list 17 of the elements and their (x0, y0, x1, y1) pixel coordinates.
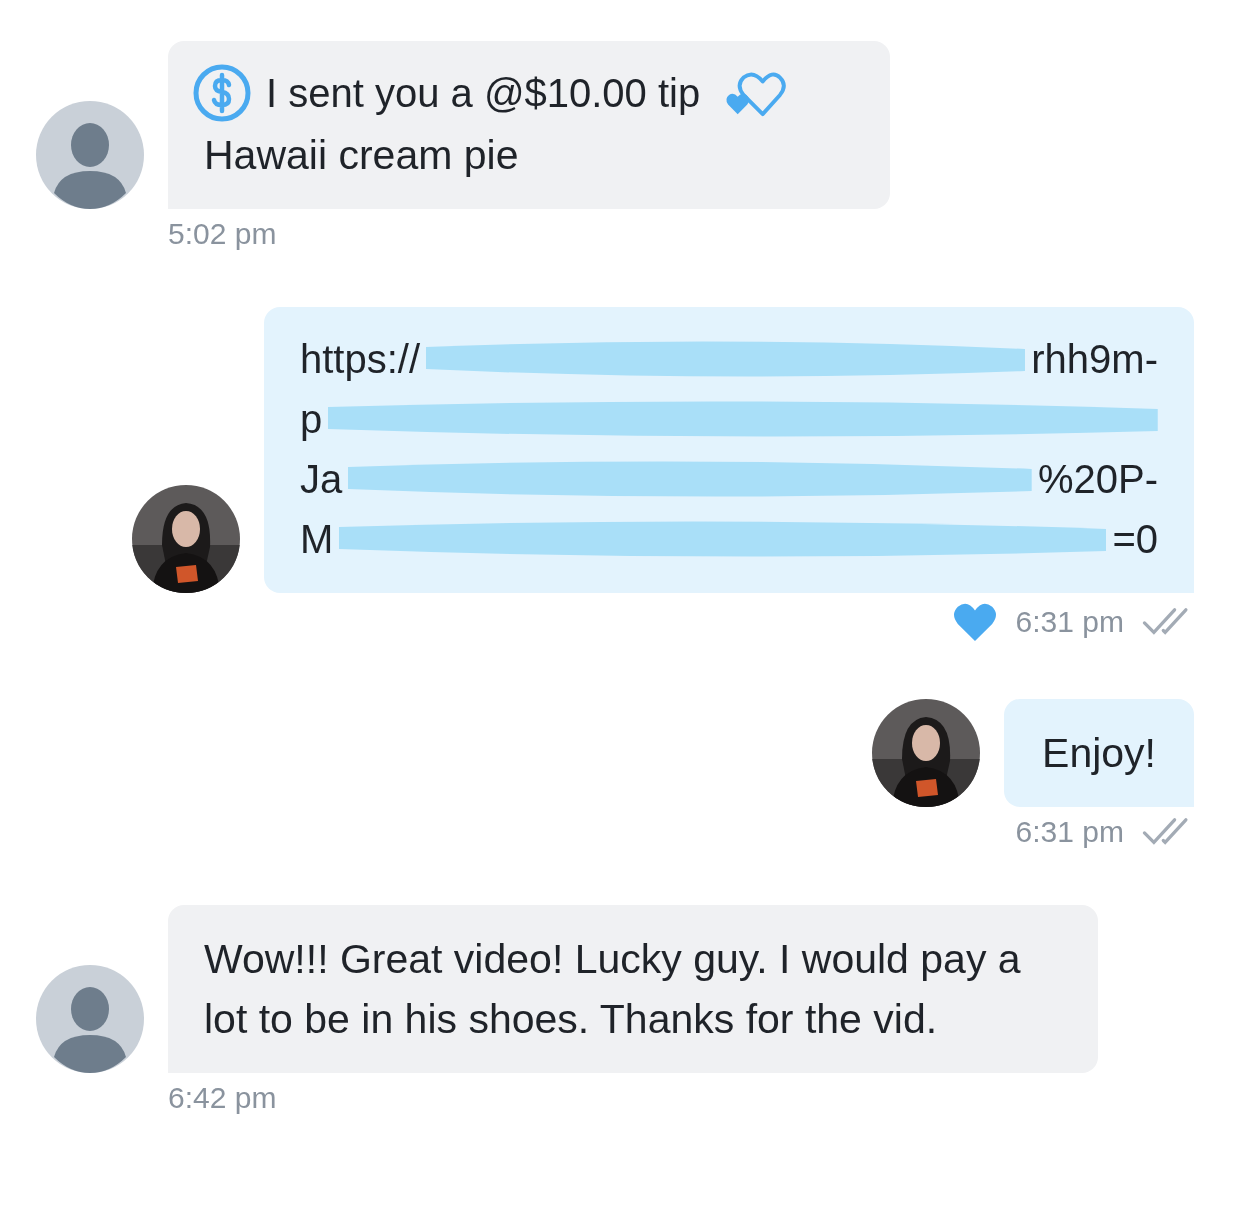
dollar-icon (192, 63, 252, 123)
link-fragment: p (300, 396, 323, 443)
message-text: Wow!!! Great video! Lucky guy. I would pay a lot to be in his shoes. Thanks for the vid. (204, 935, 1022, 1044)
link-fragment: %20P- (1037, 456, 1158, 503)
link-fragment: Ja (300, 456, 343, 503)
heart-icon[interactable] (951, 601, 998, 643)
timestamp: 6:31 pm (1015, 815, 1124, 849)
link-fragment: M (300, 516, 334, 563)
message-text: Enjoy! (1041, 729, 1157, 778)
tip-text: I sent you a @$10.00 tip (266, 70, 701, 116)
message-text: Hawaii cream pie (204, 131, 520, 180)
link-fragment: =0 (1112, 516, 1158, 563)
timestamp: 5:02 pm (168, 217, 277, 251)
timestamp: 6:31 pm (1015, 605, 1124, 639)
link-fragment: https:// (300, 336, 421, 383)
link-fragment: rhh9m- (1031, 336, 1158, 383)
timestamp: 6:42 pm (168, 1081, 277, 1115)
